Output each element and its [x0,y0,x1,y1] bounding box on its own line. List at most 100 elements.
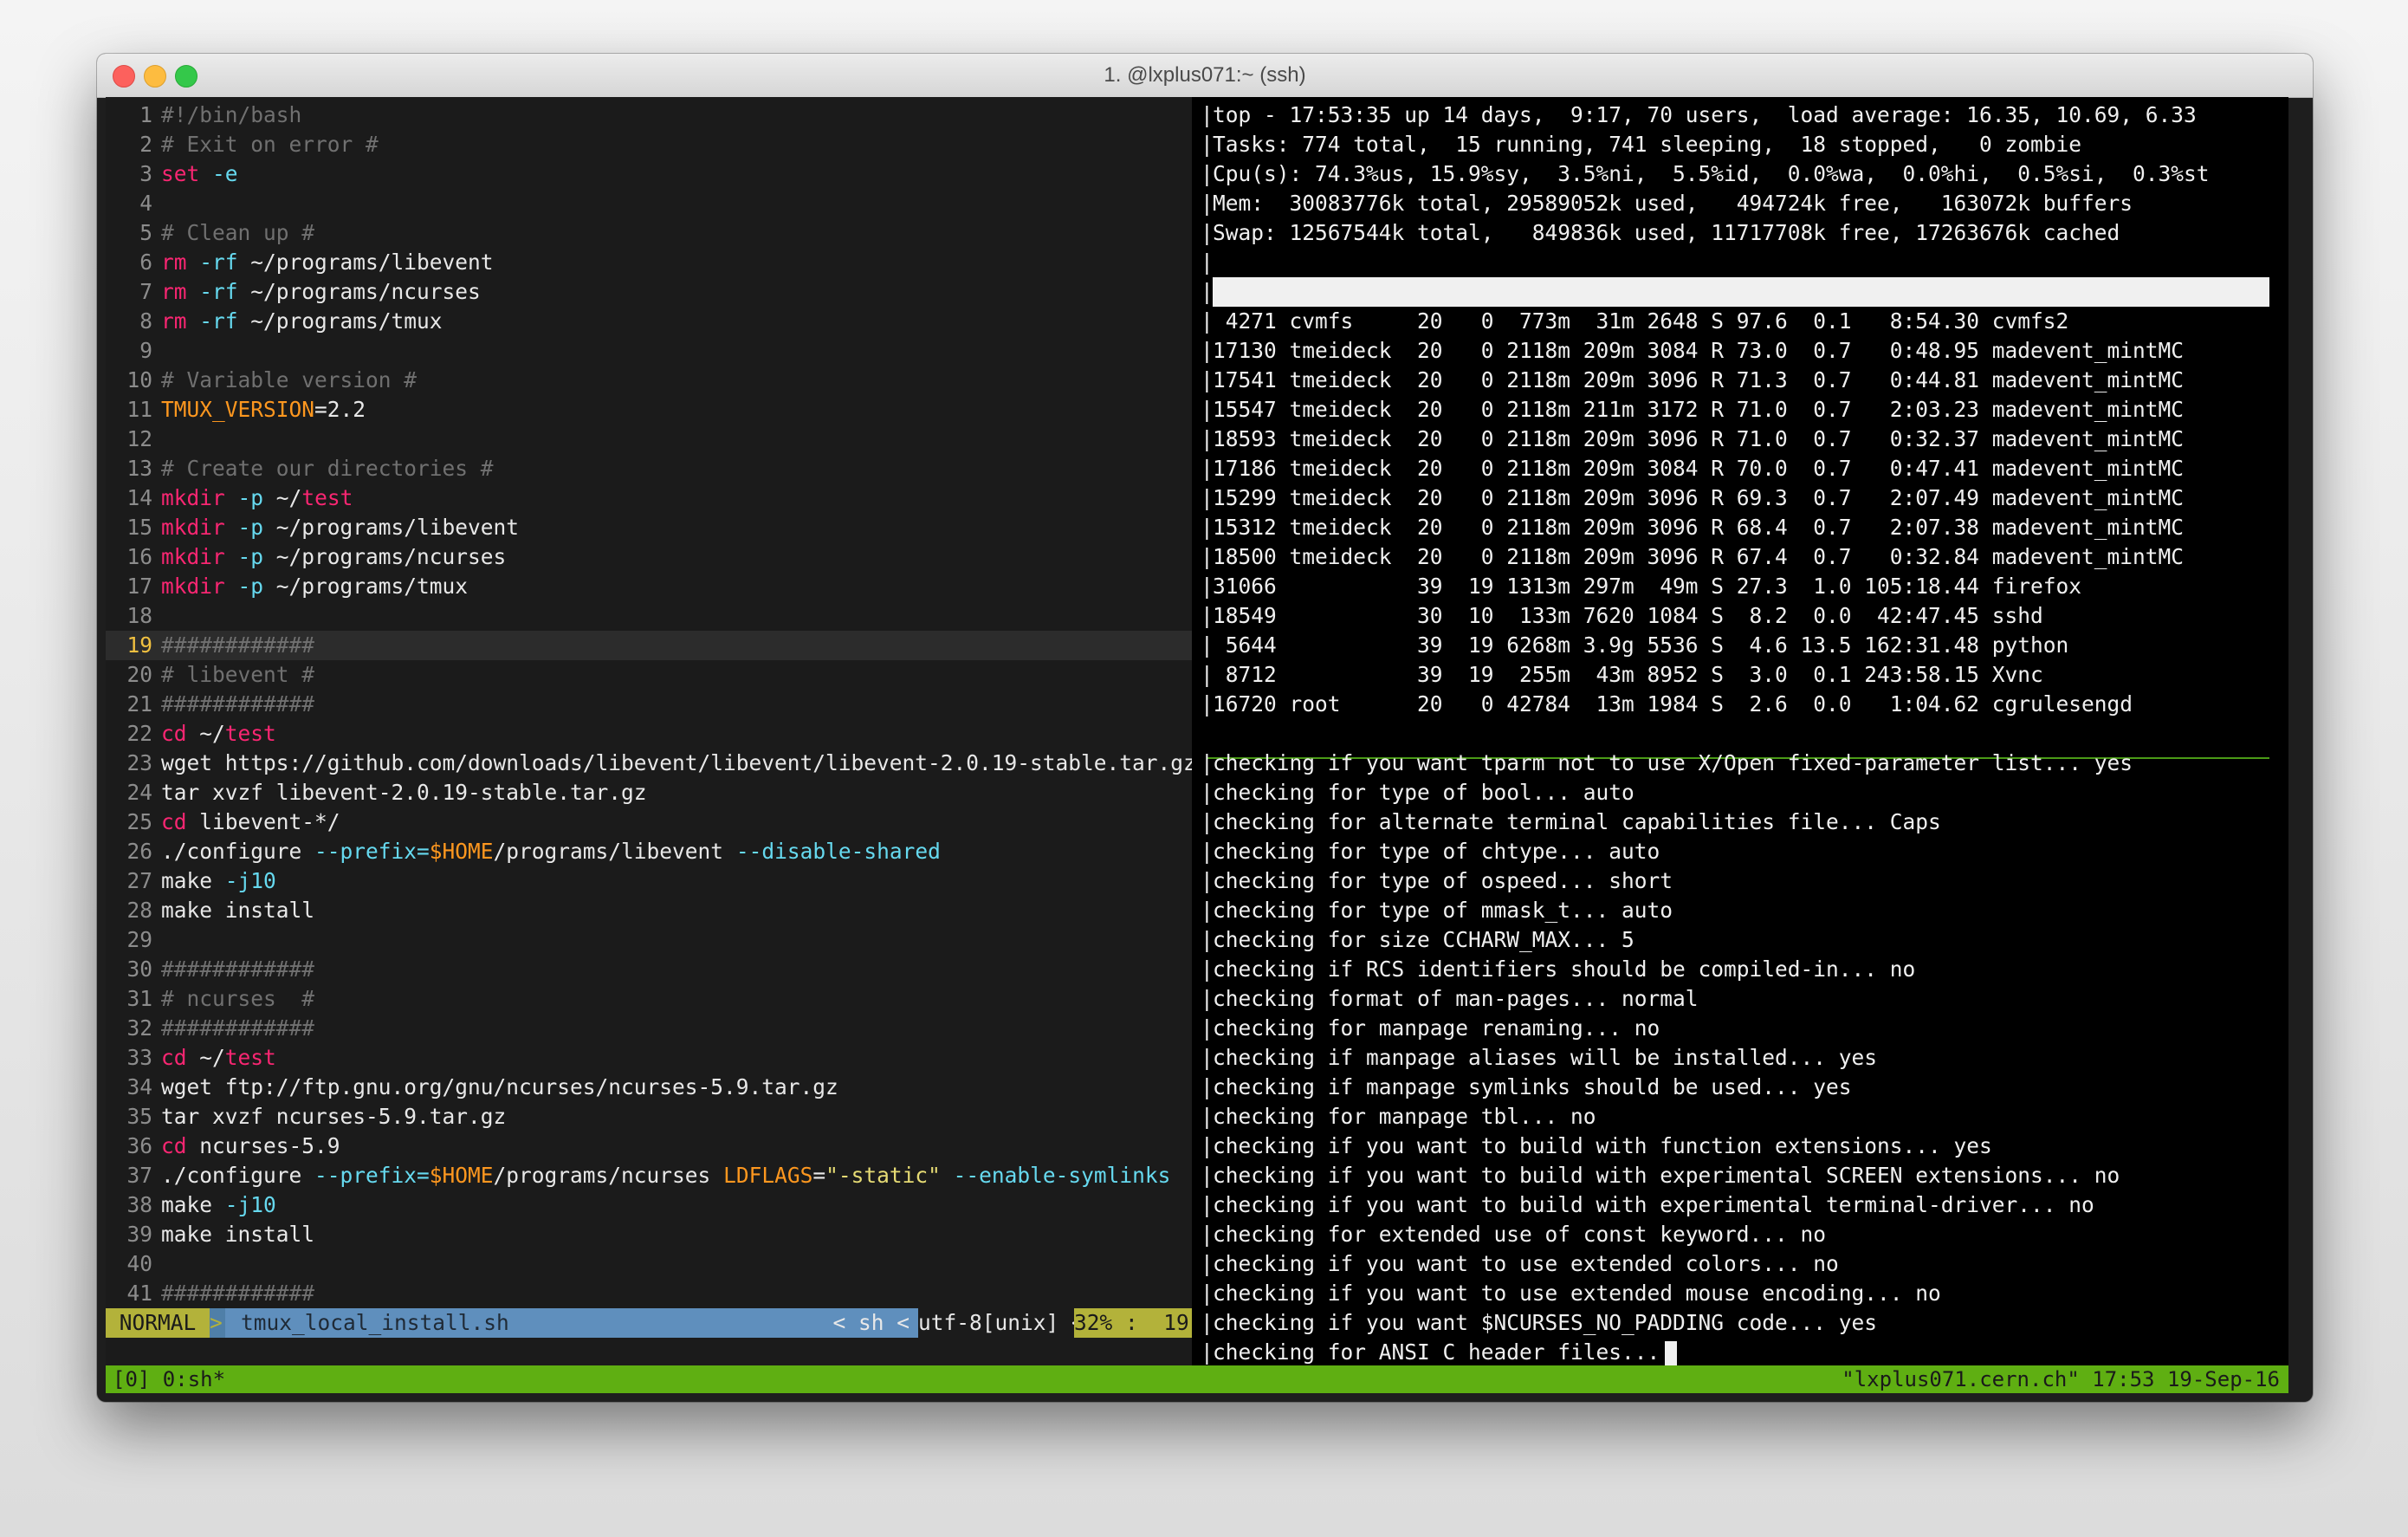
code-line[interactable]: cd ~/test [161,719,276,749]
code-token: # Variable version # [161,367,418,392]
code-line[interactable]: tar xvzf libevent-2.0.19-stable.tar.gz [161,778,647,807]
code-line[interactable]: ./configure --prefix=$HOME/programs/libe… [161,837,941,866]
statusline-arrow: > [210,1308,225,1338]
line-number: 35 [126,1104,152,1129]
code-line[interactable]: rm -rf ~/programs/tmux [161,307,443,336]
vim-filename: tmux_local_install.sh [225,1308,832,1338]
line-number: 2 [139,132,152,157]
code-line[interactable]: cd ncurses-5.9 [161,1132,340,1161]
process-row: 17130 tmeideck 20 0 2118m 209m 3084 R 73… [1213,338,2185,363]
configure-output-line: checking if manpage symlinks should be u… [1213,1074,1852,1099]
configure-output-line: checking for extended use of const keywo… [1213,1222,1827,1247]
line-number: 8 [139,308,152,334]
code-line[interactable]: make install [161,1220,314,1249]
tmux-window-list[interactable]: [0] 0:sh* [113,1365,225,1393]
code-line[interactable]: make -j10 [161,1190,276,1220]
line-number: 1 [139,102,152,127]
code-token: ~/programs/tmux [263,574,469,599]
code-line[interactable]: ############ [161,690,314,719]
code-line[interactable]: #!/bin/bash [161,101,301,130]
code-line[interactable]: mkdir -p ~/test [161,483,353,513]
code-line[interactable]: # libevent # [161,660,314,690]
process-row: 15312 tmeideck 20 0 2118m 209m 3096 R 68… [1213,515,2185,540]
code-line[interactable]: wget https://github.com/downloads/libeve… [161,749,1192,778]
line-number: 38 [126,1192,152,1217]
code-line[interactable]: wget ftp://ftp.gnu.org/gnu/ncurses/ncurs… [161,1073,838,1102]
code-line[interactable]: cd ~/test [161,1043,276,1073]
code-token: # Exit on error # [161,132,379,157]
code-token: -p [237,485,264,510]
code-token: test [224,1045,276,1070]
configure-output-line: checking if manpage aliases will be inst… [1213,1045,1878,1070]
code-line[interactable]: # Exit on error # [161,130,379,159]
process-row: 8712 39 19 255m 43m 8952 S 3.0 0.1 243:5… [1213,662,2043,687]
terminal-area[interactable]: NORMAL > tmux_local_install.sh < sh < ut… [106,97,2288,1393]
code-line[interactable]: set -e [161,159,238,189]
line-number: 24 [126,780,152,805]
right-pane[interactable]: top - 17:53:35 up 14 days, 9:17, 70 user… [1201,97,2288,1365]
code-line[interactable]: # Create our directories # [161,454,494,483]
code-line[interactable]: # ncurses # [161,984,314,1014]
code-line[interactable]: make install [161,896,314,925]
configure-output-line: checking for type of ospeed... short [1213,868,1673,893]
code-token: # ncurses # [161,986,315,1011]
line-number: 25 [126,809,152,834]
pane-border-char: | [1201,750,1214,775]
code-line[interactable]: ############ [161,955,314,984]
code-line[interactable]: ############ [161,1014,314,1043]
top-summary-line: Tasks: 774 total, 15 running, 741 sleepi… [1213,132,2082,157]
code-token: =2.2 [314,397,366,422]
code-line[interactable]: mkdir -p ~/programs/libevent [161,513,519,542]
code-line[interactable]: mkdir -p ~/programs/tmux [161,572,468,601]
code-line[interactable]: TMUX_VERSION=2.2 [161,395,366,425]
pane-border-char: | [1201,132,1214,157]
pane-border-char: | [1201,515,1214,540]
code-token: ./configure [161,1163,315,1188]
code-token: ############ [161,691,315,717]
code-line[interactable]: make -j10 [161,866,276,896]
code-line[interactable]: # Clean up # [161,218,314,248]
line-number: 4 [139,191,152,216]
code-line[interactable]: mkdir -p ~/programs/ncurses [161,542,506,572]
code-line[interactable]: cd libevent-*/ [161,807,340,837]
code-token: /programs/libevent [493,839,736,864]
code-token: -j10 [224,1192,276,1217]
code-token: # Clean up # [161,220,315,245]
pane-divider[interactable] [1192,97,1201,1365]
code-line[interactable]: rm -rf ~/programs/ncurses [161,277,481,307]
code-line[interactable]: # Variable version # [161,366,417,395]
line-number: 33 [126,1045,152,1070]
code-token: mkdir [161,485,225,510]
code-line[interactable]: ./configure --prefix=$HOME/programs/ncur… [161,1161,1170,1190]
vim-mode: NORMAL [106,1308,210,1338]
code-line[interactable]: rm -rf ~/programs/libevent [161,248,494,277]
pane-border-char: | [1201,191,1214,216]
top-summary-line: Mem: 30083776k total, 29589052k used, 49… [1213,191,2133,216]
vim-pane[interactable]: NORMAL > tmux_local_install.sh < sh < ut… [106,97,1192,1365]
pane-border-char: | [1201,426,1214,451]
line-number: 6 [139,250,152,275]
code-token: ~/ [186,721,225,746]
line-number: 11 [126,397,152,422]
pane-border-char: | [1201,338,1214,363]
code-line[interactable]: ############ [161,631,314,660]
line-number: 7 [139,279,152,304]
line-number: 23 [126,750,152,775]
code-token: rm [161,308,187,334]
title-bar[interactable]: 1. @lxplus071:~ (ssh) [97,54,2313,98]
process-row: 4271 cvmfs 20 0 773m 31m 2648 S 97.6 0.1… [1213,308,2069,334]
pane-border-char: | [1201,456,1214,481]
code-token: make install [161,898,315,923]
code-token: -rf [199,250,238,275]
code-line[interactable]: ############ [161,1279,314,1308]
line-number: 26 [126,839,152,864]
line-number: 34 [126,1074,152,1099]
line-number: 9 [139,338,152,363]
process-row: 15299 tmeideck 20 0 2118m 209m 3096 R 69… [1213,485,2185,510]
pane-border-char: | [1201,662,1214,687]
code-token: mkdir [161,515,225,540]
code-line[interactable]: tar xvzf ncurses-5.9.tar.gz [161,1102,506,1132]
code-token: ncurses-5.9 [186,1133,340,1158]
